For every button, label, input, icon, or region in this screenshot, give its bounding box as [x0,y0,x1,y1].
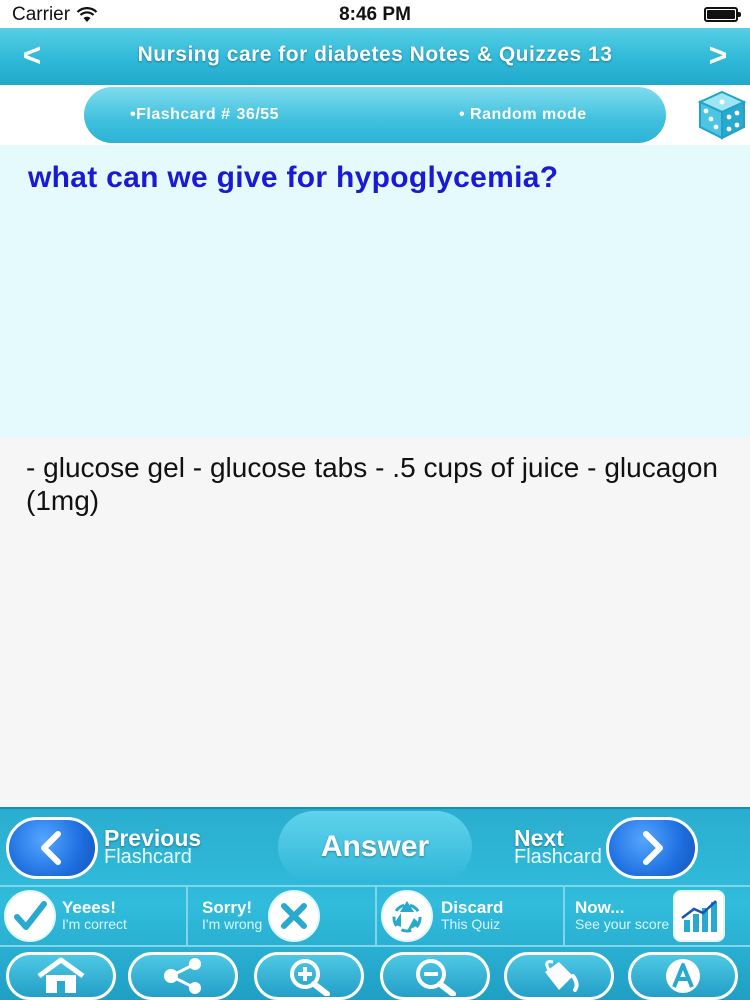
bottom-toolbar: Previous Flashcard Answer Next Flashcard… [0,807,750,1000]
correct-title: Yeees! [62,898,116,917]
quiz-actions-row: Yeees! I'm correct Sorry! I'm wrong Disc… [0,885,750,945]
checkmark-icon [4,890,56,942]
question-text: what can we give for hypoglycemia? [28,161,559,194]
share-button[interactable] [128,952,238,1000]
divider [375,887,377,945]
wrong-subtitle: I'm wrong [202,916,263,932]
page-title: Nursing care for diabetes Notes & Quizze… [137,43,613,66]
zoom-out-button[interactable] [380,952,490,1000]
answer-panel: - glucose gel - glucose tabs - .5 cups o… [0,437,750,807]
zoom-in-icon [290,959,330,996]
chevron-left-icon [6,817,98,879]
navigation-row: Previous Flashcard Answer Next Flashcard [0,809,750,885]
divider [186,887,188,945]
mode-label: • Random mode [459,106,587,123]
correct-subtitle: I'm correct [62,916,127,932]
bar-chart-icon [673,890,726,942]
forward-arrow-button[interactable]: > [700,38,736,74]
status-bar: Carrier 8:46 PM [0,0,750,28]
correct-label: Yeees! I'm correct [62,899,127,933]
tools-row [0,945,750,1000]
flashcard-info-bar: •Flashcard # 36/55 • Random mode [0,85,750,145]
paint-bucket-icon [545,960,579,992]
zoom-in-button[interactable] [254,952,364,1000]
discard-title: Discard [441,898,504,917]
wrong-label: Sorry! I'm wrong [202,899,262,933]
score-label: Now... See your score [575,899,669,933]
discard-quiz-button[interactable]: Discard This Quiz [381,889,561,943]
home-icon [37,957,85,993]
wrong-title: Sorry! [202,898,253,917]
question-panel: what can we give for hypoglycemia? [0,145,750,437]
dice-icon[interactable] [697,89,747,141]
flashcard-label: •Flashcard # [130,106,231,123]
background-color-button[interactable] [504,952,614,1000]
share-icon [164,958,201,994]
next-subtitle: Flashcard [514,846,602,868]
font-size-button[interactable] [628,952,738,1000]
answer-text: - glucose gel - glucose tabs - .5 cups o… [26,452,718,516]
next-flashcard-button[interactable]: Next Flashcard [514,817,698,879]
divider [563,887,565,945]
correct-button[interactable]: Yeees! I'm correct [4,889,184,943]
nav-bar: < Nursing care for diabetes Notes & Quiz… [0,28,750,85]
recycle-icon [381,890,433,942]
battery-icon [704,7,741,22]
previous-flashcard-button[interactable]: Previous Flashcard [6,817,201,879]
font-icon [666,959,700,993]
wrong-button[interactable]: Sorry! I'm wrong [202,889,374,943]
score-title: Now... [575,898,625,917]
flashcard-info-pill: •Flashcard # 36/55 • Random mode [84,87,666,143]
discard-subtitle: This Quiz [441,916,501,932]
flashcard-counter: •Flashcard # 36/55 [130,106,279,124]
home-button[interactable] [6,952,116,1000]
zoom-out-icon [416,959,456,996]
score-subtitle: See your score [575,916,670,932]
back-arrow-button[interactable]: < [14,38,50,74]
chevron-right-icon [605,817,698,879]
cross-icon [268,890,321,942]
flashcard-count: 36/55 [236,106,280,123]
see-score-button[interactable]: Now... See your score [575,889,747,943]
previous-label: Previous Flashcard [104,827,201,868]
answer-button[interactable]: Answer [278,811,472,883]
next-label: Next Flashcard [514,827,602,868]
discard-label: Discard This Quiz [441,899,503,933]
clock: 8:46 PM [339,4,411,25]
previous-subtitle: Flashcard [104,846,192,868]
